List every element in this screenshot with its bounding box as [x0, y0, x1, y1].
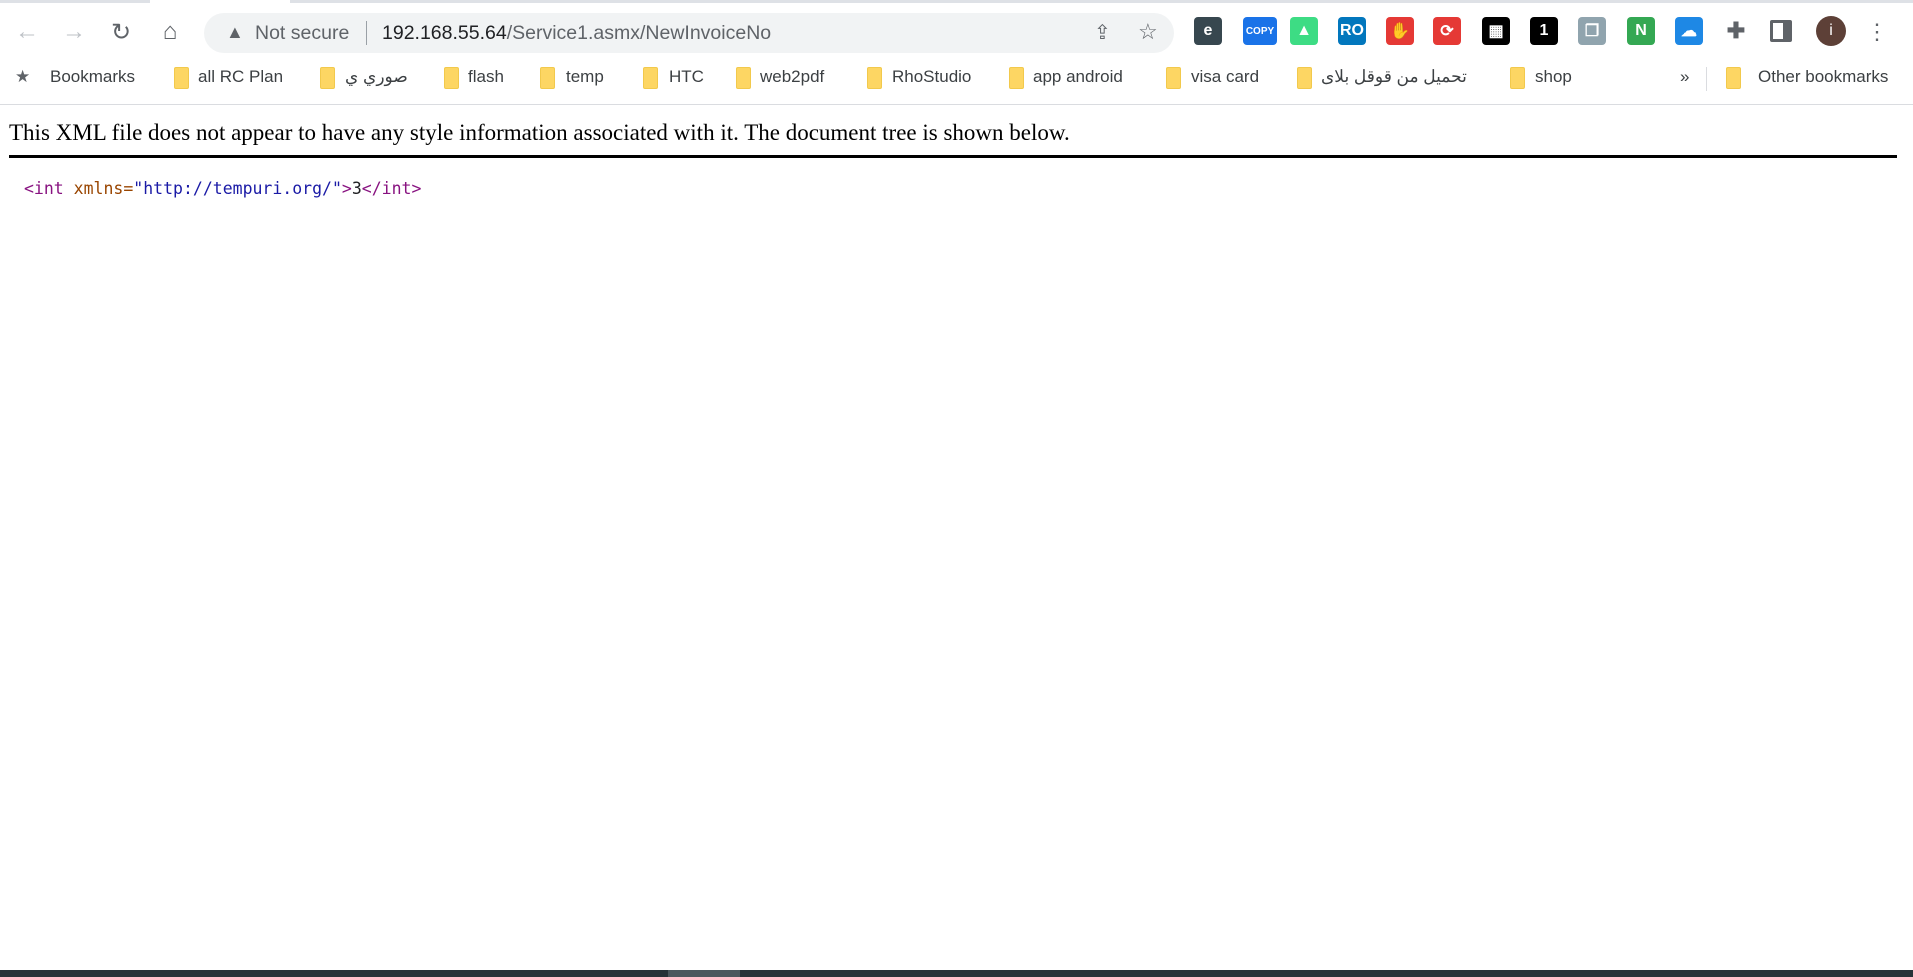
folder-icon	[1009, 67, 1024, 89]
back-button[interactable]: ←	[12, 17, 42, 47]
window-extension-icon[interactable]: ❐	[1578, 17, 1606, 45]
n-extension-icon[interactable]: N	[1627, 17, 1655, 45]
folder-icon	[174, 67, 189, 89]
url-path: /Service1.asmx/NewInvoiceNo	[506, 22, 772, 44]
xml-tree: <int xmlns="http://tempuri.org/">3</int>	[24, 179, 421, 198]
badge-extension-icon[interactable]: 1	[1530, 17, 1558, 45]
bookmark-item[interactable]: flash	[468, 67, 504, 87]
folder-icon	[736, 67, 751, 89]
share-icon[interactable]: ⇪	[1094, 20, 1111, 45]
bookmark-item[interactable]: صوري ي	[345, 67, 408, 87]
bookmark-item[interactable]: تحميل من قوقل بلاى	[1321, 67, 1467, 87]
folder-icon	[643, 67, 658, 89]
ro-extension-icon[interactable]: RO	[1338, 17, 1366, 45]
folder-icon	[1166, 67, 1181, 89]
bookmarks-label[interactable]: Bookmarks	[50, 67, 135, 87]
bookmark-item[interactable]: visa card	[1191, 67, 1259, 87]
folder-icon	[1726, 67, 1741, 89]
divider	[366, 21, 367, 45]
avatar[interactable]: i	[1816, 16, 1846, 46]
extensions-puzzle-icon[interactable]: ✚	[1722, 17, 1750, 45]
bookmarks-overflow-button[interactable]: »	[1680, 67, 1689, 87]
folder-icon	[1297, 67, 1312, 89]
taskbar-item[interactable]	[668, 970, 740, 977]
e-extension-icon[interactable]: e	[1194, 17, 1222, 45]
folder-icon	[1510, 67, 1525, 89]
bookmark-item[interactable]: all RC Plan	[198, 67, 283, 87]
address-bar[interactable]: ▲ Not secure 192.168.55.64/Service1.asmx…	[204, 13, 1174, 53]
bookmark-item[interactable]: temp	[566, 67, 604, 87]
bookmark-item[interactable]: app android	[1033, 67, 1123, 87]
cloud-download-extension-icon[interactable]: ☁	[1675, 17, 1703, 45]
xml-text: 3	[351, 179, 362, 198]
xml-attr-name: xmlns=	[63, 179, 134, 198]
folder-icon	[320, 67, 335, 89]
home-button[interactable]: ⌂	[155, 17, 185, 47]
bookmark-item[interactable]: RhoStudio	[892, 67, 971, 87]
bookmark-item[interactable]: HTC	[669, 67, 704, 87]
xml-attr-value: "http://tempuri.org/"	[133, 179, 342, 198]
xml-close-tag: </int>	[361, 179, 422, 198]
folder-icon	[444, 67, 459, 89]
taskbar	[0, 970, 1913, 977]
browser-toolbar: ← → ↻ ⌂ ▲ Not secure 192.168.55.64/Servi…	[0, 3, 1913, 55]
divider	[9, 155, 1897, 158]
warning-icon[interactable]: ▲	[226, 22, 244, 43]
menu-kebab-icon[interactable]: ⋮	[1862, 17, 1892, 47]
bookmarks-bar: ★ Bookmarks all RC Plan صوري ي flash temp HT…	[0, 55, 1913, 105]
xml-open-close: >	[341, 179, 352, 198]
star-icon: ★	[15, 67, 31, 86]
other-bookmarks[interactable]: Other bookmarks	[1758, 67, 1888, 87]
xml-style-message: This XML file does not appear to have an…	[9, 120, 1070, 145]
sync-extension-icon[interactable]: ⟳	[1433, 17, 1461, 45]
adblock-extension-icon[interactable]: ✋	[1386, 17, 1414, 45]
copy-extension-icon[interactable]: COPY	[1243, 17, 1277, 45]
bookmark-item[interactable]: shop	[1535, 67, 1572, 87]
android-extension-icon[interactable]: ▲	[1290, 17, 1318, 45]
folder-icon	[540, 67, 555, 89]
reload-button[interactable]: ↻	[106, 17, 136, 47]
folder-icon	[867, 67, 882, 89]
xml-open-tag: <int	[24, 179, 64, 198]
bookmark-item[interactable]: web2pdf	[760, 67, 824, 87]
side-panel-icon[interactable]	[1770, 20, 1792, 42]
url-text[interactable]: 192.168.55.64/Service1.asmx/NewInvoiceNo	[382, 22, 771, 45]
bookmark-star-icon[interactable]: ☆	[1138, 19, 1158, 45]
url-host: 192.168.55.64	[382, 22, 507, 44]
divider	[1706, 67, 1707, 91]
security-label[interactable]: Not secure	[255, 22, 349, 45]
qr-extension-icon[interactable]: ▦	[1482, 17, 1510, 45]
forward-button[interactable]: →	[59, 17, 89, 47]
